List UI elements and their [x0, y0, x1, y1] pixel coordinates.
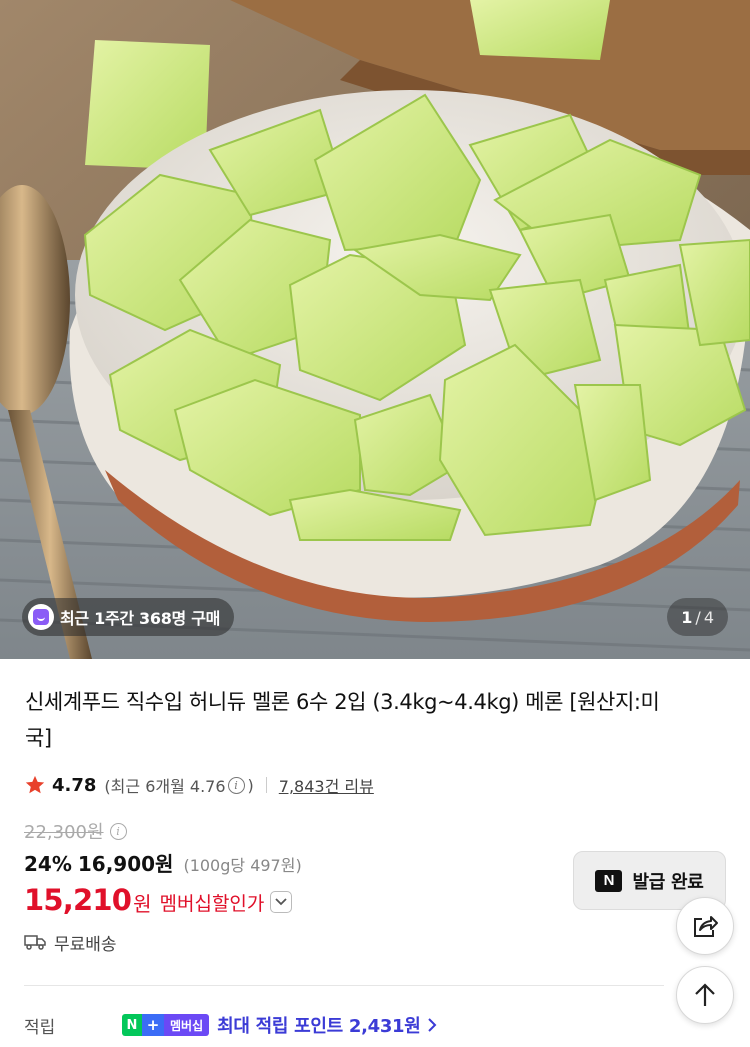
shipping-text: 무료배송: [54, 934, 117, 955]
image-page-counter: 1 / 4: [667, 598, 728, 636]
chevron-right-icon: [427, 1018, 436, 1032]
badge-membership: 멤버십: [164, 1014, 210, 1036]
discount-rate: 24%: [24, 852, 72, 876]
badge-n: N: [122, 1014, 142, 1036]
arrow-up-icon: [695, 983, 715, 1006]
recent-rating-text: (최근 6개월 4.76: [104, 777, 226, 796]
points-row[interactable]: 적립 N + 멤버십 최대 적립 포인트 2,431원: [24, 1010, 437, 1040]
scroll-to-top-button[interactable]: [676, 966, 734, 1024]
unit-price: (100g당 497원): [183, 856, 302, 875]
naver-n-badge: N: [595, 869, 623, 892]
star-icon: [25, 775, 45, 794]
original-price-row: 22,300원 i: [24, 818, 130, 844]
rating-score: 4.78: [52, 774, 97, 796]
points-label: 적립: [24, 1017, 56, 1038]
page-separator: /: [695, 607, 701, 627]
review-count-link[interactable]: 7,843건 리뷰: [279, 773, 374, 797]
product-title: 신세계푸드 직수입 허니듀 멜론 6수 2입 (3.4kg~4.4kg) 메론 …: [25, 690, 660, 750]
sale-price-row: 24% 16,900원 (100g당 497원): [24, 848, 302, 876]
bag-icon: [28, 604, 54, 630]
recent-rating: (최근 6개월 4.76 i ): [104, 773, 253, 797]
original-price: 22,300원: [24, 822, 104, 843]
info-icon[interactable]: i: [227, 776, 245, 794]
total-pages: 4: [703, 607, 714, 627]
member-price-row[interactable]: 15,210 원 멤버십할인가: [24, 880, 293, 920]
member-price: 15,210: [24, 883, 132, 917]
current-page: 1: [681, 607, 693, 627]
product-image-gallery[interactable]: 최근 1주간 368명 구매 1 / 4: [0, 0, 750, 659]
badge-plus: +: [142, 1014, 164, 1036]
section-divider: [24, 985, 664, 986]
share-icon: [694, 916, 718, 937]
sale-price: 16,900원: [77, 852, 174, 876]
rating-row: 4.78 (최근 6개월 4.76 i ) 7,843건 리뷰: [24, 770, 374, 800]
recent-rating-close: ): [247, 775, 254, 795]
chevron-down-icon[interactable]: [270, 891, 293, 913]
recent-purchase-text: 최근 1주간 368명 구매: [60, 609, 221, 628]
divider: [265, 777, 267, 793]
member-price-currency: 원: [133, 891, 152, 916]
share-button[interactable]: [676, 897, 734, 955]
coupon-label: 발급 완료: [632, 871, 704, 893]
truck-icon: [24, 935, 46, 950]
max-points-text: 최대 적립 포인트 2,431원: [217, 1016, 421, 1037]
naver-plus-membership-badge: N + 멤버십: [122, 1014, 210, 1036]
member-price-label: 멤버십할인가: [159, 892, 265, 915]
price-info-icon[interactable]: i: [109, 822, 127, 840]
product-image: [0, 0, 750, 659]
recent-purchase-chip: 최근 1주간 368명 구매: [22, 598, 235, 636]
shipping-row: 무료배송: [24, 928, 117, 956]
